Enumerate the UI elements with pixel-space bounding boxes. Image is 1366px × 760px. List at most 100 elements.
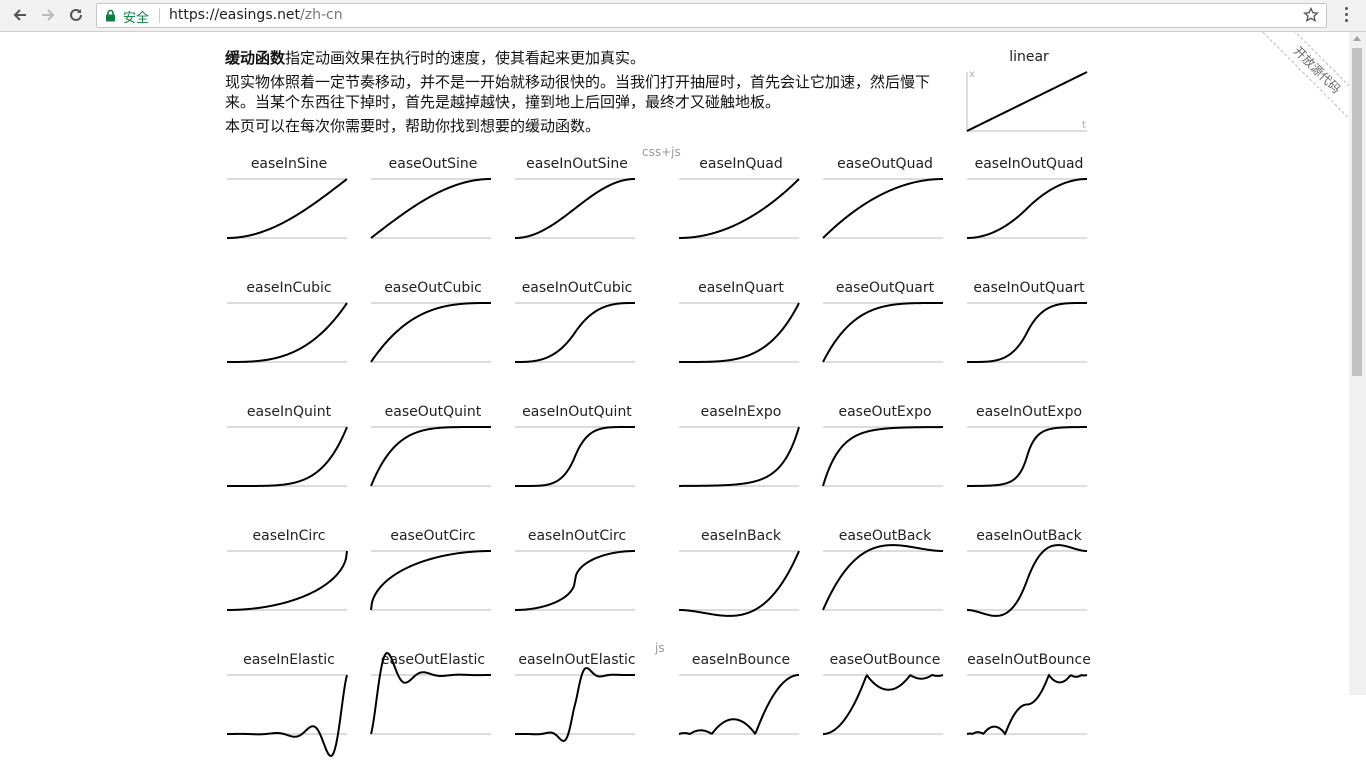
easing-name: easeInQuart: [698, 280, 784, 296]
easing-graph: [227, 550, 348, 611]
group-label-js: js: [655, 641, 665, 655]
easing-card-easeOutExpo[interactable]: easeOutExpo: [822, 402, 947, 512]
easing-card-easeOutBounce[interactable]: easeOutBounce: [822, 650, 947, 760]
easing-card-easeInOutBounce[interactable]: easeInOutBounce: [966, 650, 1091, 760]
easing-card-easeInOutSine[interactable]: easeInOutSine: [514, 154, 639, 264]
easing-card-easeInQuint[interactable]: easeInQuint: [227, 402, 351, 512]
easing-name: easeInExpo: [700, 404, 782, 420]
back-button[interactable]: [8, 4, 32, 26]
easing-card-easeOutQuart[interactable]: easeOutQuart: [822, 278, 947, 388]
intro-line-1: 缓动函数指定动画效果在执行时的速度，使其看起来更加真实。: [225, 48, 950, 68]
reload-button[interactable]: [64, 4, 88, 26]
easing-card-easeInOutCirc[interactable]: easeInOutCirc: [515, 526, 639, 636]
easing-card-easeInOutCubic[interactable]: easeInOutCubic: [515, 278, 639, 388]
easing-card-easeInBounce[interactable]: easeInBounce: [678, 650, 803, 760]
easing-card-easeInOutBack[interactable]: easeInOutBack: [966, 526, 1091, 636]
linear-graph: x t: [966, 69, 1088, 132]
easing-curve: [514, 178, 636, 239]
easing-card-easeInCirc[interactable]: easeInCirc: [227, 526, 351, 636]
easing-card-easeOutQuint[interactable]: easeOutQuint: [370, 402, 495, 512]
easing-curve: [966, 178, 1088, 239]
easing-curve: [678, 426, 800, 487]
menu-dot-icon: [1344, 7, 1348, 10]
easing-curve: [226, 178, 348, 239]
page-scrollbar[interactable]: [1349, 32, 1366, 695]
easing-graph: [515, 302, 635, 363]
easing-curve: [822, 544, 944, 611]
easing-name: easeInOutCirc: [527, 528, 627, 544]
easing-name: easeInBack: [700, 528, 782, 544]
bookmark-star-icon[interactable]: [1303, 7, 1319, 23]
reload-icon: [70, 8, 82, 21]
linear-curve: [966, 71, 1088, 132]
browser-menu-button[interactable]: [1339, 5, 1353, 25]
intro: 缓动函数指定动画效果在执行时的速度，使其看起来更加真实。 现实物体照着一定节奏移…: [225, 48, 950, 136]
easing-curve: [370, 178, 492, 239]
easing-card-easeInExpo[interactable]: easeInExpo: [678, 402, 803, 512]
easing-name: easeInOutSine: [526, 156, 628, 172]
easing-name: easeInOutBack: [976, 528, 1082, 544]
easing-graph: [515, 426, 635, 487]
easing-card-easeOutBack[interactable]: easeOutBack: [822, 526, 947, 636]
easing-graph: [822, 426, 944, 487]
forward-button[interactable]: [36, 4, 60, 26]
easing-curve: [370, 426, 491, 487]
easing-card-easeInOutQuad[interactable]: easeInOutQuad: [966, 154, 1091, 264]
easing-card-easeInBack[interactable]: easeInBack: [678, 526, 803, 636]
easing-name: easeInOutQuad: [974, 156, 1084, 172]
scroll-up-arrow-icon[interactable]: [1353, 36, 1361, 41]
easing-name: easeOutCubic: [384, 280, 482, 296]
forward-arrow-icon: [42, 9, 55, 21]
omnibox-separator: [159, 8, 160, 23]
easing-graph: [370, 302, 491, 363]
easing-curve: [966, 673, 1088, 736]
easing-card-easeInOutQuint[interactable]: easeInOutQuint: [515, 402, 639, 512]
easing-card-easeOutQuad[interactable]: easeOutQuad: [822, 154, 947, 264]
easing-curve: [370, 550, 491, 611]
easing-graph: [226, 674, 348, 758]
easing-card-easeOutElastic[interactable]: easeOutElastic: [370, 650, 495, 760]
easing-name: easeInCirc: [252, 528, 326, 544]
easing-card-easeInCubic[interactable]: easeInCubic: [227, 278, 351, 388]
address-bar[interactable]: 安全 https://easings.net/zh-cn: [96, 3, 1327, 28]
axis-t-label: t: [1082, 120, 1086, 131]
ribbon-label[interactable]: 开放源代码: [1262, 32, 1349, 125]
easing-curve: [678, 550, 800, 617]
easing-name: easeInQuad: [699, 156, 783, 172]
easing-card-easeInQuart[interactable]: easeInQuart: [679, 278, 803, 388]
url-text[interactable]: https://easings.net/zh-cn: [169, 7, 343, 23]
easing-curve: [515, 302, 635, 363]
intro-line-2: 现实物体照着一定节奏移动，并不是一开始就移动很快的。当我们打开抽屉时，首先会让它…: [225, 73, 931, 111]
easing-card-easeInSine[interactable]: easeInSine: [226, 154, 351, 264]
easing-card-easeInOutElastic[interactable]: easeInOutElastic: [514, 650, 639, 760]
url-path: /zh-cn: [300, 7, 343, 23]
easing-graph: [227, 426, 348, 487]
easing-card-easeOutCubic[interactable]: easeOutCubic: [370, 278, 495, 388]
easing-curve: [227, 426, 348, 487]
easing-name: easeOutQuad: [837, 156, 933, 172]
easing-curve: [966, 426, 1088, 487]
scroll-thumb[interactable]: [1352, 48, 1362, 376]
easing-curve: [822, 426, 944, 487]
easing-curve: [514, 667, 636, 742]
easing-card-easeInQuad[interactable]: easeInQuad: [679, 154, 803, 264]
easing-curve: [226, 674, 348, 758]
easing-name: easeInElastic: [243, 652, 335, 668]
easing-card-easeInOutQuart[interactable]: easeInOutQuart: [967, 278, 1091, 388]
linear-card[interactable]: linear x t: [966, 47, 1091, 157]
easing-card-easeOutSine[interactable]: easeOutSine: [370, 154, 495, 264]
easing-card-easeInOutExpo[interactable]: easeInOutExpo: [966, 402, 1091, 512]
easing-graph: [966, 544, 1088, 617]
easing-card-easeOutCirc[interactable]: easeOutCirc: [370, 526, 495, 636]
secure-label: 安全: [123, 11, 150, 26]
open-source-ribbon[interactable]: 开放源代码: [1232, 32, 1349, 132]
easing-curve: [822, 302, 943, 363]
easing-graph: [679, 302, 800, 363]
easing-graph: [514, 178, 636, 239]
easing-name: easeInQuint: [246, 404, 332, 420]
axis-x-label: x: [969, 69, 975, 80]
easing-graph: [515, 550, 635, 611]
easing-name: easeInOutBounce: [967, 652, 1091, 668]
easing-card-easeInElastic[interactable]: easeInElastic: [226, 650, 351, 760]
easing-name: easeOutBounce: [829, 652, 941, 668]
